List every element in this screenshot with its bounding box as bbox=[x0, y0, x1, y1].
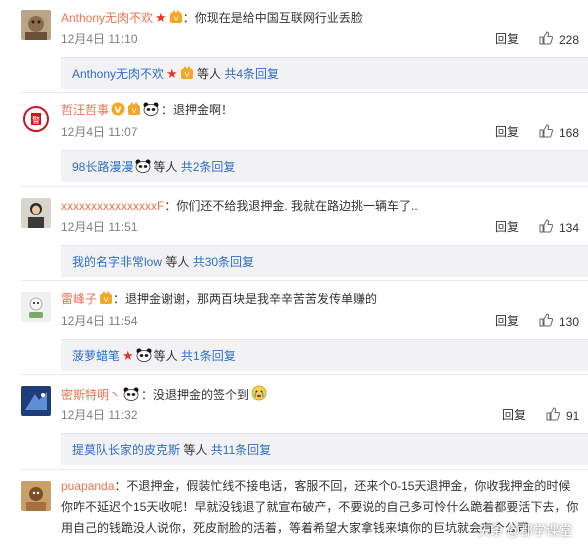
like-count: 228 bbox=[559, 33, 580, 47]
username[interactable]: 密斯特明丶 bbox=[61, 388, 121, 402]
vip-badge-icon: V bbox=[127, 102, 141, 116]
watermark-text: 头条 @都学课堂 bbox=[477, 523, 572, 538]
star-icon: ★ bbox=[166, 66, 178, 81]
comment-line: xxxxxxxxxxxxxxxxF：你们还不给我退押金. 我就在路边挑一辆车了.… bbox=[61, 198, 418, 214]
svg-text:V: V bbox=[184, 71, 189, 79]
timestamp: 12月4日 11:10 bbox=[61, 32, 138, 46]
comment-text: ：你们还不给我退押金. 我就在路边挑一辆车了.. bbox=[164, 199, 418, 213]
sub-reply-count[interactable]: 共11条回复 bbox=[211, 443, 271, 457]
comment-text: ：退押金谢谢，那两百块是我辛辛苦苦发传单赚的 bbox=[113, 292, 378, 306]
thumbs-up-icon bbox=[539, 31, 559, 49]
sub-reply-etc: 等人 bbox=[153, 349, 182, 363]
like-button[interactable]: 130 bbox=[539, 313, 579, 331]
comment-line: Anthony无肉不欢 ★ V ：你现在是给中国互联网行业丢脸 bbox=[61, 10, 363, 26]
username[interactable]: Anthony无肉不欢 bbox=[61, 11, 153, 25]
sub-replies[interactable]: 98长路漫漫 等人 共2条回复 bbox=[61, 150, 588, 182]
sub-reply-user[interactable]: Anthony无肉不欢 bbox=[72, 67, 164, 81]
svg-text:V: V bbox=[132, 107, 137, 115]
timestamp: 12月4日 11:07 bbox=[61, 125, 138, 139]
divider bbox=[21, 469, 588, 470]
reply-button[interactable]: 回复 bbox=[495, 124, 519, 140]
sub-reply-etc: 等人 bbox=[193, 67, 225, 81]
sub-replies[interactable]: 提莫队长家的皮克斯 等人 共11条回复 bbox=[61, 433, 588, 465]
like-count: 91 bbox=[566, 409, 580, 423]
vip-badge-icon: V bbox=[180, 66, 194, 80]
sub-reply-count[interactable]: 共2条回复 bbox=[181, 160, 236, 174]
timestamp: 12月4日 11:54 bbox=[61, 314, 138, 328]
sub-reply-user[interactable]: 98长路漫漫 bbox=[72, 160, 133, 174]
like-button[interactable]: 91 bbox=[546, 407, 579, 425]
star-icon: ★ bbox=[122, 348, 134, 363]
thumbs-up-icon bbox=[539, 124, 559, 142]
username[interactable]: 雷峰子 bbox=[61, 292, 97, 306]
like-count: 130 bbox=[559, 315, 580, 329]
avatar[interactable]: 警 bbox=[21, 104, 51, 134]
thumbs-up-icon bbox=[539, 313, 559, 331]
sub-reply-user[interactable]: 提莫队长家的皮克斯 bbox=[72, 443, 180, 457]
star-icon: ★ bbox=[155, 10, 167, 25]
reply-button[interactable]: 回复 bbox=[495, 219, 519, 235]
sub-reply-count[interactable]: 共1条回复 bbox=[181, 349, 236, 363]
like-button[interactable]: 134 bbox=[539, 219, 579, 237]
avatar[interactable] bbox=[21, 481, 51, 511]
sub-replies[interactable]: Anthony无肉不欢 ★ V 等人 共4条回复 bbox=[61, 57, 588, 89]
vip-badge-icon: V bbox=[99, 291, 113, 305]
thumbs-up-icon bbox=[539, 219, 559, 237]
reply-button[interactable]: 回复 bbox=[495, 31, 519, 47]
username[interactable]: puapanda bbox=[61, 479, 114, 493]
divider bbox=[21, 374, 588, 375]
svg-text:V: V bbox=[115, 106, 122, 116]
thumbs-up-icon bbox=[546, 407, 566, 425]
like-count: 134 bbox=[559, 221, 580, 235]
avatar[interactable] bbox=[21, 10, 51, 40]
panda-emoji-icon bbox=[135, 159, 151, 173]
divider bbox=[21, 92, 588, 93]
timestamp: 12月4日 11:51 bbox=[61, 220, 138, 234]
sub-replies[interactable]: 菠萝蜡笔 ★ 等人 共1条回复 bbox=[61, 339, 588, 371]
vip-badge-icon: V bbox=[169, 10, 183, 24]
svg-text:V: V bbox=[104, 296, 109, 304]
avatar[interactable] bbox=[21, 198, 51, 228]
panda-emoji-icon bbox=[136, 348, 152, 362]
divider bbox=[21, 186, 588, 187]
comment-text: ：你现在是给中国互联网行业丢脸 bbox=[182, 11, 363, 25]
avatar[interactable] bbox=[21, 386, 51, 416]
like-count: 168 bbox=[559, 126, 580, 140]
sub-reply-user[interactable]: 菠萝蜡笔 bbox=[72, 349, 120, 363]
sub-reply-count[interactable]: 共4条回复 bbox=[224, 67, 279, 81]
like-button[interactable]: 228 bbox=[539, 31, 579, 49]
timestamp: 12月4日 11:32 bbox=[61, 408, 138, 422]
username[interactable]: 哲汪哲事 bbox=[61, 103, 109, 117]
reply-button[interactable]: 回复 bbox=[502, 407, 526, 423]
watermark: 头条 @都学课堂 bbox=[477, 520, 572, 539]
panda-emoji-icon bbox=[143, 102, 159, 116]
divider bbox=[21, 280, 588, 281]
verified-v-icon: V bbox=[111, 102, 125, 116]
sub-reply-user[interactable]: 我的名字非常low bbox=[72, 255, 162, 269]
comment-line: 哲汪哲事 V V ：退押金啊！ bbox=[61, 102, 233, 118]
crying-emoji-icon bbox=[251, 385, 267, 401]
svg-text:警: 警 bbox=[32, 115, 40, 125]
panda-emoji-icon bbox=[123, 387, 139, 401]
sub-reply-count[interactable]: 共30条回复 bbox=[193, 255, 254, 269]
comment-line: 雷峰子 V ：退押金谢谢，那两百块是我辛辛苦苦发传单赚的 bbox=[61, 291, 377, 307]
username[interactable]: xxxxxxxxxxxxxxxxF bbox=[61, 199, 164, 213]
reply-button[interactable]: 回复 bbox=[495, 313, 519, 329]
sub-reply-etc: 等人 bbox=[180, 443, 211, 457]
sub-reply-etc: 等人 bbox=[153, 160, 181, 174]
avatar[interactable] bbox=[21, 292, 51, 322]
comment-line: 密斯特明丶 ：没退押金的签个到 bbox=[61, 385, 267, 403]
sub-reply-etc: 等人 bbox=[162, 255, 193, 269]
svg-text:V: V bbox=[173, 15, 178, 23]
comment-text: ：没退押金的签个到 bbox=[141, 388, 250, 402]
comment-text: ：退押金啊！ bbox=[161, 103, 234, 117]
like-button[interactable]: 168 bbox=[539, 124, 579, 142]
sub-replies[interactable]: 我的名字非常low 等人 共30条回复 bbox=[61, 245, 588, 277]
